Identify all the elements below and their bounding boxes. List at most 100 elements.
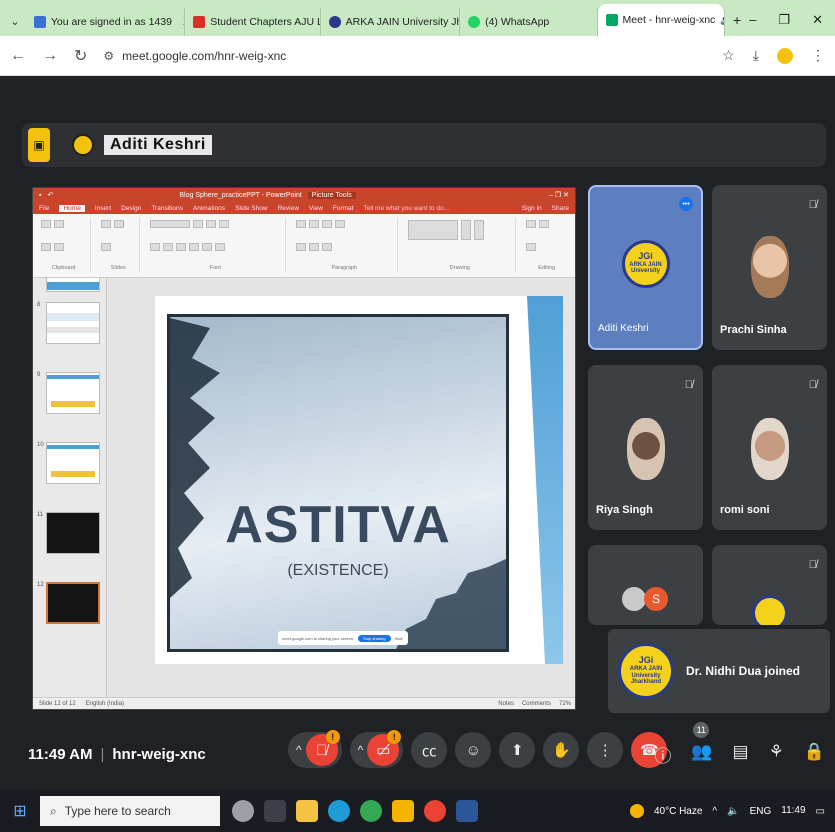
chat-icon[interactable]: ▤ [733, 742, 749, 767]
notifications-icon[interactable]: ▭ [816, 806, 825, 817]
slide-thumbnail[interactable]: 9 [37, 372, 100, 414]
participant-tile[interactable]: 🎙̸ romi soni [712, 365, 827, 530]
mic-off-button[interactable]: 🎙̸ ! [305, 730, 340, 766]
bookmark-star-icon[interactable]: ☆ [722, 47, 735, 64]
participant-name: Riya Singh [596, 504, 653, 516]
mic-control[interactable]: ^ 🎙̸ ! [288, 730, 342, 768]
profile-avatar[interactable] [777, 47, 793, 64]
hide-button[interactable]: Hide [395, 636, 403, 641]
ribbon-group-label: Drawing [449, 265, 470, 271]
participant-avatar [626, 417, 665, 480]
chevron-up-icon[interactable]: ^ [296, 743, 302, 757]
raise-hand-button[interactable]: ✋ [543, 732, 580, 768]
chrome-icon[interactable] [360, 800, 382, 822]
join-notification: JGi ARKA JAIN University Jharkhand Dr. N… [608, 629, 830, 713]
participant-tile[interactable]: ••• JGi ARKA JAIN University Aditi Keshr… [588, 185, 703, 350]
weather-icon [629, 804, 644, 818]
captions-button[interactable]: ㏄ [411, 732, 448, 768]
others-tile[interactable]: S [588, 545, 703, 625]
status-right: Notes Comments 72% [498, 701, 571, 707]
windows-start-icon[interactable]: ⊞ [0, 801, 40, 821]
ppt-tell-me: Tell me what you want to do... [363, 204, 450, 212]
present-screen-button[interactable]: ⬆ [499, 732, 536, 768]
taskbar-search[interactable]: ⌕ Type here to search [40, 796, 220, 826]
forward-icon[interactable]: → [42, 47, 58, 65]
minimize-icon[interactable]: – [749, 12, 756, 28]
chrome-active-icon[interactable] [424, 800, 446, 822]
slide-counter: Slide 12 of 12 [39, 700, 76, 707]
back-icon[interactable]: ← [10, 47, 26, 65]
ppt-menu-item: File [39, 204, 50, 212]
ribbon-group-label: Font [209, 265, 221, 271]
slide-thumbnail[interactable]: 8 [37, 302, 100, 344]
activities-icon[interactable]: ⚘ [769, 742, 784, 767]
ppt-menu-item: Review [277, 204, 299, 212]
participant-avatar [622, 587, 646, 611]
ppt-menu-item: Design [121, 204, 142, 212]
tab-student-chapters[interactable]: Student Chapters AJU Logo X [185, 8, 321, 36]
edge-icon[interactable] [328, 800, 350, 822]
participant-avatar [750, 235, 789, 298]
side-controls: ⓘ 11 👥 ▤ ⚘ 🔒 [654, 722, 825, 767]
university-logo [751, 595, 788, 625]
download-icon[interactable]: ⤓ [753, 47, 759, 64]
emoji-reaction-button[interactable]: ☺ [455, 732, 492, 768]
word-icon[interactable] [456, 800, 478, 822]
presenting-icon[interactable]: ▣ [28, 128, 50, 162]
tab-whatsapp[interactable]: (4) WhatsApp X [460, 8, 598, 36]
camera-control[interactable]: ^ ▭̸ ! [349, 730, 404, 768]
language-indicator[interactable]: ENG [750, 806, 772, 817]
ppt-context-tab: Picture Tools [307, 191, 356, 199]
slide-thumbnail-selected[interactable]: 12 [37, 582, 100, 624]
camera-off-button[interactable]: ▭̸ ! [367, 730, 402, 766]
ppt-body: 8 9 10 11 12 ASTITVA (EXISTENCE) meet.go… [33, 278, 575, 698]
screen-share-toast: meet.google.com is sharing your screen. … [278, 631, 408, 645]
new-tab-button[interactable]: + [725, 12, 749, 36]
host-controls-icon[interactable]: 🔒 [804, 742, 825, 767]
task-view-icon[interactable] [264, 800, 286, 822]
tab-arka-jain[interactable]: ARKA JAIN University Jharkh X [321, 8, 461, 36]
sticky-notes-icon[interactable] [392, 800, 414, 822]
zoom-level: 72% [558, 700, 571, 707]
slide-picture[interactable]: ASTITVA (EXISTENCE) meet.google.com is s… [167, 314, 509, 652]
chevron-up-icon[interactable]: ^ [358, 743, 364, 757]
ppt-ribbon: Clipboard Slides Font Paragraph Drawing … [33, 214, 575, 278]
ppt-save-icon: ▪ [39, 191, 42, 199]
menu-kebab-icon[interactable]: ⋮ [811, 47, 825, 64]
weather-text[interactable]: 40°C Haze [654, 806, 702, 817]
tab-search-icon[interactable]: ⌄ [4, 6, 26, 36]
window-controls: – ❐ ✕ [749, 12, 835, 36]
ppt-menu-item: Home [59, 204, 85, 212]
participant-tile[interactable]: 🎙̸ Riya Singh [588, 365, 703, 530]
close-window-icon[interactable]: ✕ [812, 12, 823, 28]
participant-tile[interactable]: 🎙̸ Prachi Sinha [712, 185, 827, 350]
participant-name: Aditi Keshri [598, 323, 649, 334]
reload-icon[interactable]: ↻ [74, 46, 87, 66]
ppt-share: Share [551, 204, 569, 212]
meeting-code: hnr-weig-xnc [112, 745, 206, 763]
tray-clock[interactable]: 11:49 [781, 805, 805, 817]
people-button[interactable]: 11 👥 [691, 722, 713, 767]
meeting-details-icon[interactable]: ⓘ [654, 742, 671, 767]
participant-tile[interactable]: 🎙̸ [712, 545, 827, 625]
speaking-indicator-icon: ••• [679, 197, 693, 211]
ribbon-group-label: Slides [110, 265, 126, 271]
site-info-icon[interactable]: ⚙ [103, 49, 114, 63]
ribbon-group: Editing [522, 218, 571, 273]
tray-chevron-icon[interactable]: ^ [712, 806, 717, 817]
slide-thumbnail[interactable]: 11 [37, 512, 100, 554]
tab-meet[interactable]: Meet - hnr-weig-xnc 🔊 X [597, 4, 725, 36]
file-explorer-icon[interactable] [296, 800, 318, 822]
slide-thumbnail[interactable]: 10 [37, 442, 100, 484]
ppt-menu-item: Format [332, 204, 354, 212]
more-options-button[interactable]: ⋮ [587, 732, 624, 768]
stop-sharing-button[interactable]: Stop sharing [358, 634, 391, 642]
taskbar-search-placeholder: Type here to search [64, 804, 171, 818]
tab-signed-in[interactable]: You are signed in as 1439 X [26, 8, 186, 36]
volume-icon[interactable]: 🔈 [727, 806, 739, 817]
ppt-title-bar: ▪ ↶ Blog Sphere_practicePPT - PowerPoint… [33, 188, 575, 202]
cortana-icon[interactable] [232, 800, 254, 822]
url-field[interactable]: ⚙ meet.google.com/hnr-weig-xnc [103, 49, 286, 63]
mic-muted-icon: 🎙̸ [684, 379, 693, 391]
restore-icon[interactable]: ❐ [778, 12, 790, 28]
